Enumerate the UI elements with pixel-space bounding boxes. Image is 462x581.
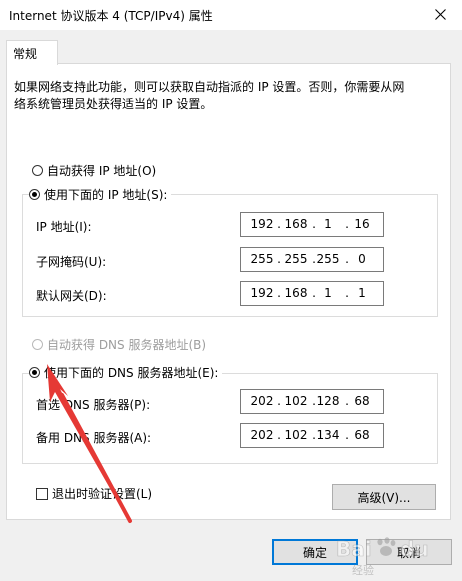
baidu-watermark-logo: Bai du 经验: [336, 537, 429, 577]
description-line-1: 如果网络支持此功能，则可以获取自动指派的 IP 设置。否则，你需要从网: [14, 80, 405, 94]
description: 如果网络支持此功能，则可以获取自动指派的 IP 设置。否则，你需要从网 络系统管…: [14, 79, 434, 113]
octet: 128: [316, 394, 340, 408]
octet: 192: [250, 217, 274, 231]
octet: 192: [250, 286, 274, 300]
octet: 1: [324, 217, 332, 231]
octet: 0: [358, 252, 366, 266]
advanced-button-label: 高级(V)...: [357, 490, 411, 505]
paw-icon: [377, 537, 396, 556]
ok-button-label: 确定: [302, 545, 327, 560]
octet: 1: [358, 286, 366, 300]
octet: 134: [316, 428, 340, 442]
validate-on-exit-checkbox[interactable]: 退出时验证设置(L): [36, 485, 152, 502]
advanced-button[interactable]: 高级(V)...: [332, 484, 436, 510]
radio-circle: [32, 165, 43, 176]
octet: 255: [250, 252, 274, 266]
octet: 255: [284, 252, 308, 266]
octet: 168: [284, 286, 308, 300]
validate-on-exit-label: 退出时验证设置(L): [52, 487, 153, 501]
watermark-brand: Bai: [336, 537, 372, 561]
alternate-dns-label: 备用 DNS 服务器(A):: [36, 431, 152, 445]
octet: 168: [284, 217, 308, 231]
alternate-dns-field[interactable]: 202 . 102 . 134 . 68: [240, 423, 384, 448]
ip-auto-label: 自动获得 IP 地址(O): [47, 164, 157, 178]
title-bar: Internet 协议版本 4 (TCP/IPv4) 属性: [0, 0, 462, 30]
preferred-dns-field[interactable]: 202 . 102 . 128 . 68: [240, 389, 384, 414]
dns-auto-radio: 自动获得 DNS 服务器地址(B): [32, 336, 206, 353]
tab-label: 常规: [13, 47, 38, 61]
default-gateway-label: 默认网关(D):: [36, 289, 107, 303]
checkbox-box: [36, 487, 48, 500]
ip-manual-label: 使用下面的 IP 地址(S):: [44, 188, 168, 202]
octet: 255: [316, 252, 340, 266]
description-line-2: 络系统管理员处获得适当的 IP 设置。: [14, 97, 213, 111]
radio-circle-checked: [29, 189, 40, 200]
preferred-dns-label: 首选 DNS 服务器(P):: [36, 398, 151, 412]
octet: 202: [250, 428, 274, 442]
radio-circle-checked: [29, 367, 40, 378]
ip-auto-radio[interactable]: 自动获得 IP 地址(O): [32, 162, 156, 179]
octet: 102: [284, 428, 308, 442]
ip-address-label: IP 地址(I):: [36, 220, 92, 234]
ip-manual-radio[interactable]: 使用下面的 IP 地址(S):: [29, 186, 172, 203]
octet: 68: [354, 394, 370, 408]
octet: 16: [354, 217, 370, 231]
dns-manual-radio[interactable]: 使用下面的 DNS 服务器地址(E):: [29, 364, 223, 381]
ip-address-field[interactable]: 192 . 168 . 1 . 16: [240, 212, 384, 237]
watermark-brand-2: du: [400, 537, 429, 561]
default-gateway-field[interactable]: 192 . 168 . 1 . 1: [240, 281, 384, 306]
dns-manual-label: 使用下面的 DNS 服务器地址(E):: [44, 366, 219, 380]
watermark-sub: 经验: [352, 563, 374, 577]
close-button[interactable]: [420, 2, 460, 26]
subnet-mask-field[interactable]: 255 . 255 . 255 . 0: [240, 247, 384, 272]
octet: 202: [250, 394, 274, 408]
octet: 68: [354, 428, 370, 442]
window-title: Internet 协议版本 4 (TCP/IPv4) 属性: [9, 9, 213, 23]
octet: 102: [284, 394, 308, 408]
dns-auto-label: 自动获得 DNS 服务器地址(B): [47, 338, 207, 352]
tab-general[interactable]: 常规: [6, 40, 58, 65]
subnet-mask-label: 子网掩码(U):: [36, 255, 107, 269]
close-icon: [434, 8, 446, 20]
dns-manual-group: [22, 373, 438, 464]
octet: 1: [324, 286, 332, 300]
radio-circle: [32, 339, 43, 350]
